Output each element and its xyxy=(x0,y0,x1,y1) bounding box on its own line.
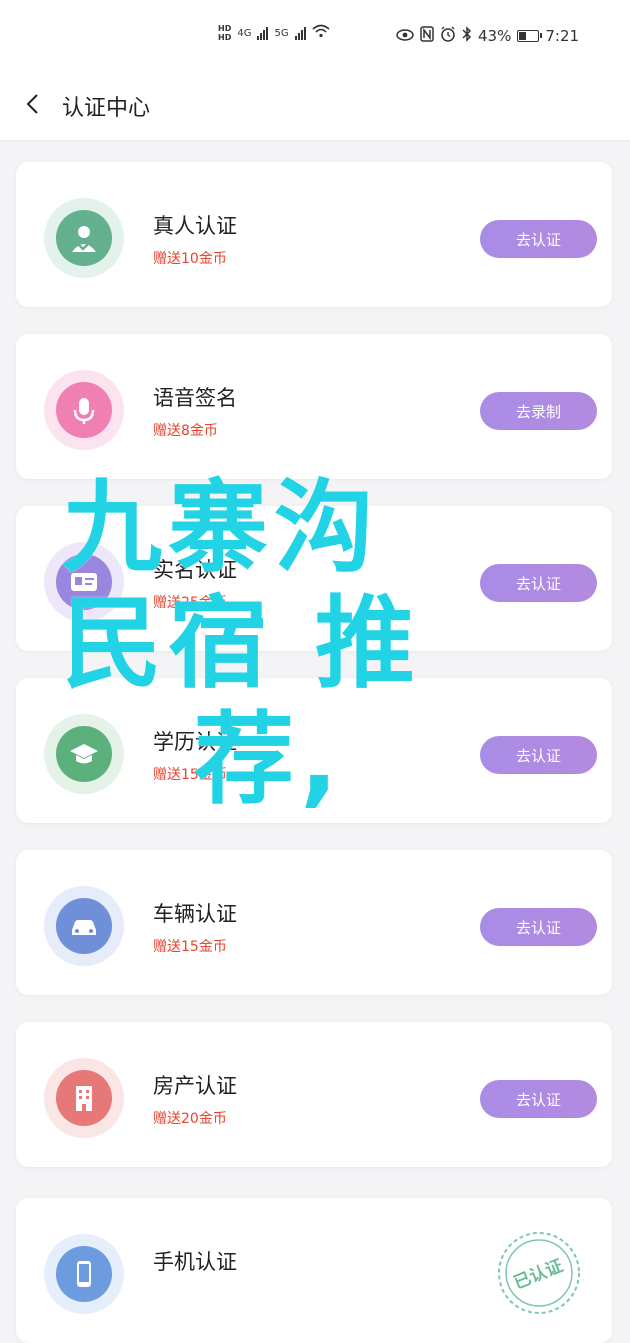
building-icon xyxy=(56,1070,112,1126)
verify-button[interactable]: 去认证 xyxy=(480,1080,597,1118)
signal-icon xyxy=(257,26,269,40)
card-reward: 赠送25金币 xyxy=(153,595,227,611)
card-reward: 赠送15金币 xyxy=(153,767,227,783)
card-title: 车辆认证 xyxy=(153,902,237,926)
avatar-ring xyxy=(44,1234,124,1314)
card-reward: 赠送20金币 xyxy=(153,1111,227,1127)
microphone-icon xyxy=(56,382,112,438)
card-property: 房产认证 赠送20金币 去认证 xyxy=(16,1022,612,1167)
avatar-ring xyxy=(44,198,124,278)
verify-button[interactable]: 去认证 xyxy=(480,220,597,258)
card-title: 实名认证 xyxy=(153,558,237,582)
verify-button[interactable]: 去认证 xyxy=(480,736,597,774)
nfc-icon xyxy=(420,26,434,46)
card-vehicle: 车辆认证 赠送15金币 去认证 xyxy=(16,850,612,995)
wifi-icon xyxy=(312,24,330,42)
card-reward: 赠送10金币 xyxy=(153,251,227,267)
card-phone: 手机认证 已认证 xyxy=(16,1198,612,1343)
card-reward: 赠送15金币 xyxy=(153,939,227,955)
card-voice-signature: 语音签名 赠送8金币 去录制 xyxy=(16,334,612,479)
network-type-2: 5G xyxy=(274,27,289,39)
car-icon xyxy=(56,898,112,954)
card-title: 学历认证 xyxy=(153,730,237,754)
page-title: 认证中心 xyxy=(62,96,151,121)
eye-icon xyxy=(396,27,414,45)
card-title: 房产认证 xyxy=(153,1074,237,1098)
card-education: 学历认证 赠送15金币 去认证 xyxy=(16,678,612,823)
card-real-name: 实名认证 赠送25金币 去认证 xyxy=(16,506,612,651)
signal-icon xyxy=(294,26,306,40)
hd-indicator: HD HD xyxy=(218,24,232,42)
status-right: 43% 7:21 xyxy=(396,26,579,46)
card-reward: 赠送8金币 xyxy=(153,423,218,439)
avatar-ring xyxy=(44,542,124,622)
id-card-icon xyxy=(56,554,112,610)
status-left: HD HD 4G 5G xyxy=(218,24,330,42)
clock: 7:21 xyxy=(545,27,580,45)
bluetooth-icon xyxy=(462,26,472,46)
card-title: 真人认证 xyxy=(153,214,237,238)
avatar-ring xyxy=(44,1058,124,1138)
phone-icon xyxy=(56,1246,112,1302)
card-real-person: 真人认证 赠送10金币 去认证 xyxy=(16,162,612,307)
card-title: 手机认证 xyxy=(153,1250,237,1274)
app-header: 认证中心 xyxy=(0,72,630,141)
battery-icon xyxy=(517,30,543,42)
status-bar: HD HD 4G 5G 43% 7:21 xyxy=(0,0,630,72)
person-check-icon xyxy=(56,210,112,266)
back-arrow-icon[interactable] xyxy=(22,92,44,116)
verified-stamp: 已认证 xyxy=(494,1228,584,1318)
avatar-ring xyxy=(44,370,124,450)
graduation-cap-icon xyxy=(56,726,112,782)
battery-percent: 43% xyxy=(478,27,512,45)
avatar-ring xyxy=(44,714,124,794)
record-button[interactable]: 去录制 xyxy=(480,392,597,430)
avatar-ring xyxy=(44,886,124,966)
verify-button[interactable]: 去认证 xyxy=(480,564,597,602)
network-type-1: 4G xyxy=(237,27,252,39)
card-title: 语音签名 xyxy=(153,386,237,410)
verify-button[interactable]: 去认证 xyxy=(480,908,597,946)
alarm-icon xyxy=(440,26,456,46)
